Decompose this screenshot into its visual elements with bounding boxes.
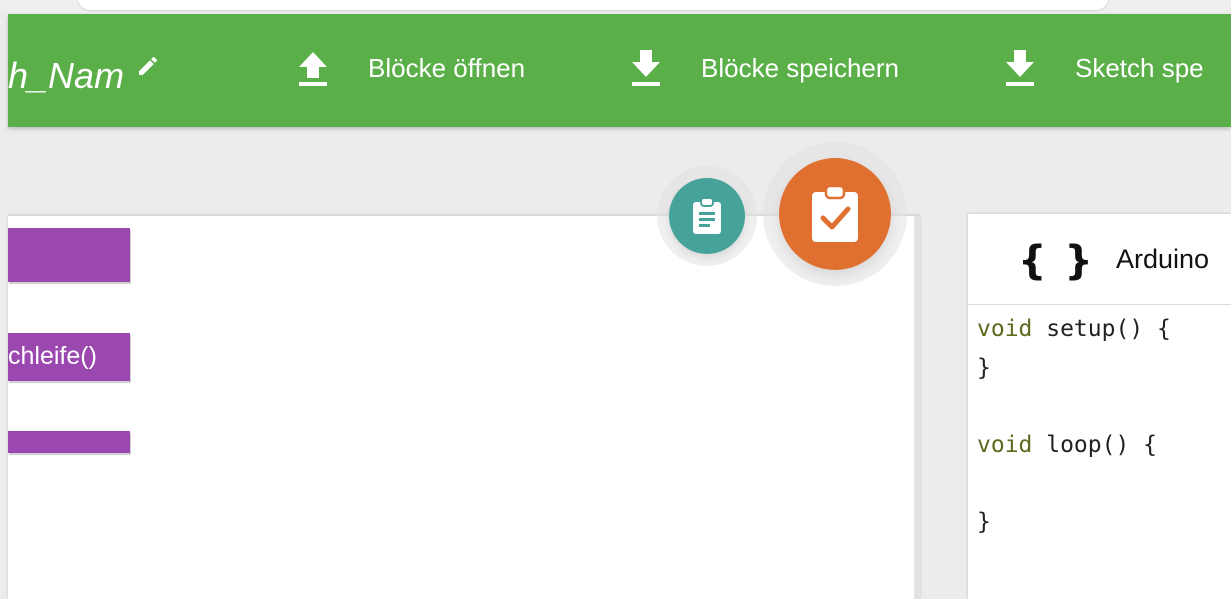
save-sketch-label: Sketch spe bbox=[1075, 52, 1204, 83]
workspace-scrollbar[interactable] bbox=[914, 216, 920, 599]
toolbar: h_Nam Blöcke öffnen Blöcke speichern Ske… bbox=[8, 14, 1231, 127]
save-blocks-label: Blöcke speichern bbox=[701, 52, 899, 83]
open-blocks-button[interactable]: Blöcke öffnen bbox=[296, 38, 525, 98]
code-panel: { } Arduino void setup() { } void loop()… bbox=[968, 214, 1231, 599]
code-keyword: void bbox=[977, 316, 1033, 342]
browser-top-strip bbox=[0, 0, 1231, 14]
code-line: } bbox=[977, 508, 991, 535]
save-blocks-button[interactable]: Blöcke speichern bbox=[629, 38, 899, 98]
clipboard-list-icon bbox=[693, 197, 721, 234]
code-block[interactable] bbox=[8, 431, 130, 453]
code-line: } bbox=[977, 354, 991, 381]
save-sketch-button[interactable]: Sketch spe bbox=[1003, 38, 1204, 98]
braces-icon: { } bbox=[1018, 238, 1095, 284]
verify-button[interactable] bbox=[779, 158, 891, 270]
code-block-loop[interactable]: chleife() bbox=[8, 333, 130, 381]
code-panel-title: Arduino bbox=[1116, 244, 1210, 274]
open-blocks-label: Blöcke öffnen bbox=[368, 52, 526, 83]
pencil-icon[interactable] bbox=[136, 54, 160, 78]
address-bar-edge bbox=[78, 0, 1108, 10]
clipboard-list-button[interactable] bbox=[669, 178, 745, 254]
code-line: setup() { bbox=[1032, 316, 1171, 342]
sketch-name[interactable]: h_Nam bbox=[8, 56, 124, 96]
code-panel-header: { } Arduino bbox=[968, 214, 1231, 305]
code-line: loop() { bbox=[1032, 431, 1158, 458]
code-keyword: void bbox=[977, 431, 1033, 458]
blocks-workspace[interactable]: chleife() bbox=[8, 216, 920, 599]
clipboard-check-icon bbox=[812, 184, 858, 242]
download-icon bbox=[1006, 50, 1034, 86]
download-icon bbox=[632, 50, 660, 86]
upload-icon bbox=[299, 52, 327, 86]
code-editor[interactable]: void setup() { } void loop() { } bbox=[977, 310, 1171, 542]
code-block[interactable] bbox=[8, 228, 130, 282]
